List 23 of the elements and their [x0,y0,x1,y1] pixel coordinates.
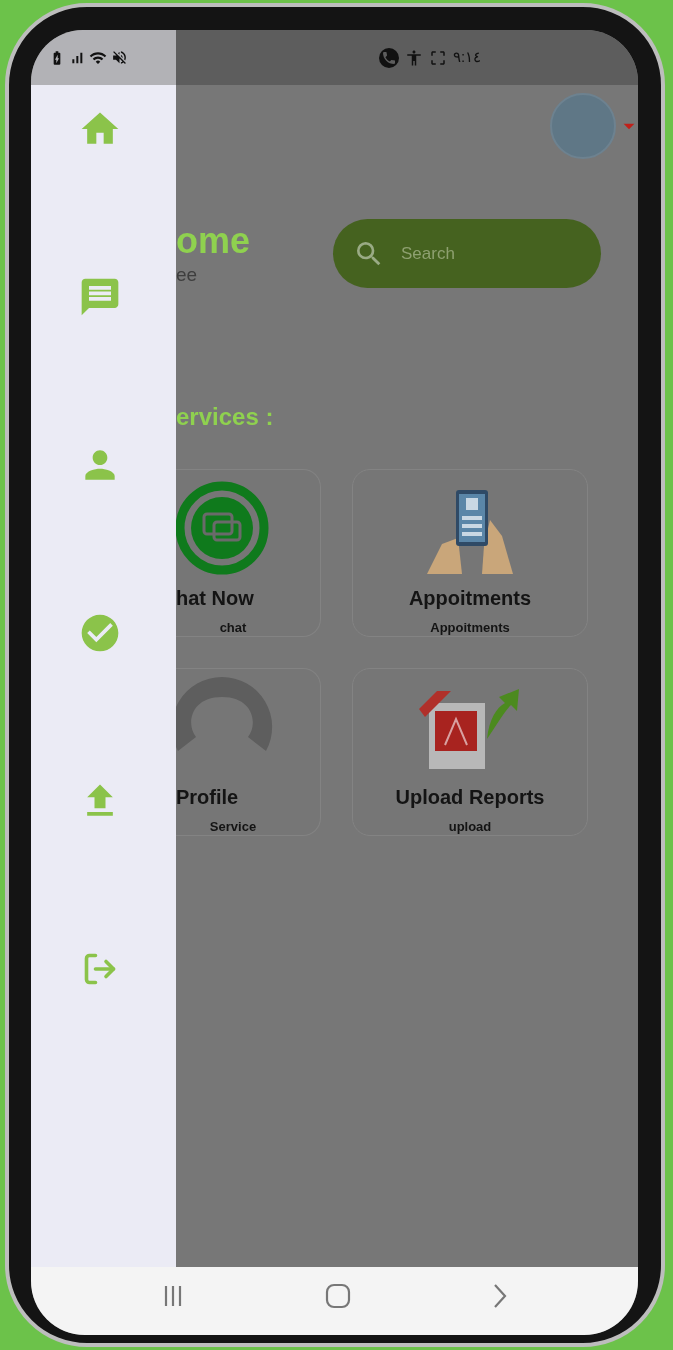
phone-icon [379,47,399,68]
service-card[interactable]: hat Now chat [176,469,321,637]
home-button-icon[interactable] [325,1283,352,1309]
mute-icon [111,49,128,66]
accessibility-icon [405,48,423,67]
service-title: Profile [176,785,239,809]
service-card[interactable]: Appoitments Appoitments [352,469,588,637]
service-subtitle: upload [448,819,492,835]
service-subtitle: Service [209,819,257,835]
welcome-title: ome [176,220,252,261]
service-title: Upload Reports [395,785,545,809]
search-field[interactable]: Search [333,219,601,288]
service-card[interactable]: Profile Service [176,668,321,836]
service-card[interactable]: Upload Reports upload [352,668,588,836]
frame-icon [429,48,447,67]
service-subtitle: chat [219,620,247,636]
welcome-subtitle: ee [176,262,199,287]
service-subtitle: Appoitments [430,620,510,636]
section-title: ervices : [176,403,275,431]
service-title: Appoitments [408,586,532,610]
back-icon[interactable] [491,1283,508,1309]
status-time: ٩:١٤ [453,47,482,68]
service-title: hat Now [176,586,254,610]
